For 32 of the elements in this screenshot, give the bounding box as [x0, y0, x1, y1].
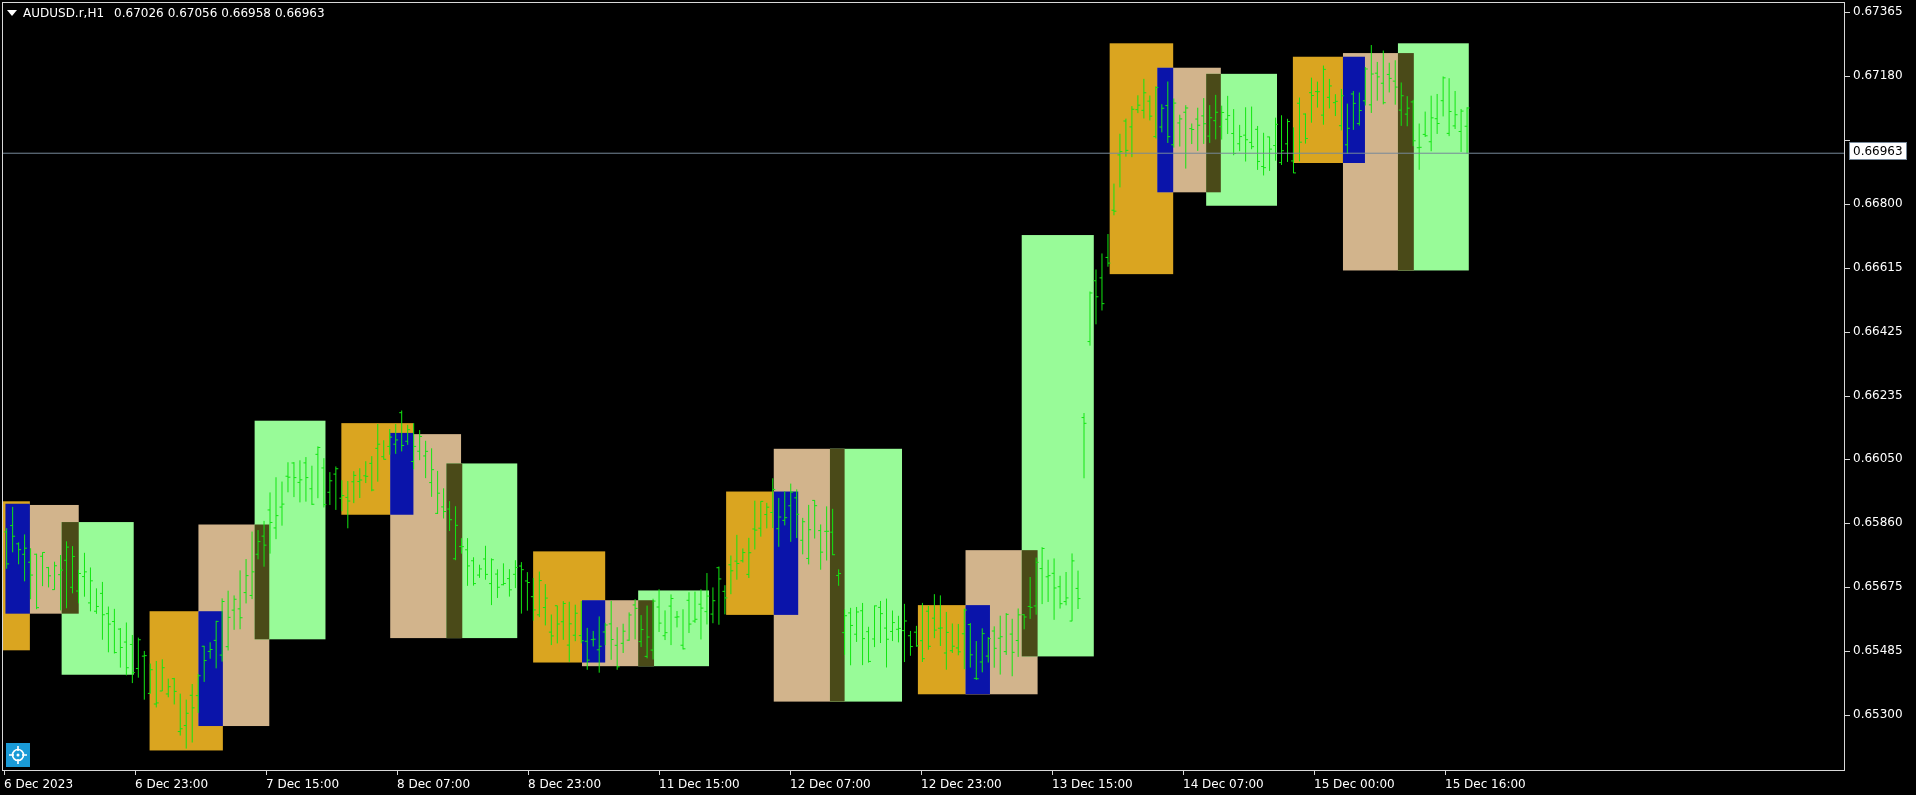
time-label: 7 Dec 15:00 [266, 777, 340, 791]
price-label: 0.65300 [1853, 707, 1903, 722]
price-label: 0.67180 [1853, 67, 1903, 82]
current-price-label: 0.66963 [1849, 142, 1907, 160]
symbol-label: AUDUSD.r,H1 [23, 6, 105, 20]
time-label: 13 Dec 15:00 [1052, 777, 1133, 791]
quote-value: 0.66963 [274, 6, 325, 20]
time-label: 8 Dec 23:00 [528, 777, 602, 791]
price-label: 0.67365 [1853, 4, 1903, 18]
time-label: 15 Dec 16:00 [1445, 777, 1526, 791]
time-label: 8 Dec 07:00 [397, 777, 471, 791]
price-label: 0.65860 [1853, 515, 1903, 530]
crosshair-icon [9, 746, 27, 764]
time-label: 11 Dec 15:00 [659, 777, 740, 791]
time-label: 14 Dec 07:00 [1183, 777, 1264, 791]
price-label: 0.65485 [1853, 643, 1903, 658]
quote-value: 0.67026 [114, 6, 164, 20]
dropdown-triangle-icon[interactable] [7, 10, 17, 16]
time-label: 6 Dec 2023 [4, 777, 74, 791]
price-label: 0.66425 [1853, 323, 1903, 338]
price-label: 0.66050 [1853, 451, 1903, 466]
time-label: 12 Dec 23:00 [921, 777, 1002, 791]
price-label: 0.66615 [1853, 259, 1903, 274]
price-label: 0.65675 [1853, 579, 1903, 594]
quote-value: 0.67056 [167, 6, 218, 20]
price-label: 0.66235 [1853, 387, 1903, 402]
price-label: 0.66800 [1853, 195, 1903, 210]
quote-value: 0.66958 [221, 6, 271, 20]
crosshair-button[interactable] [6, 743, 30, 767]
time-label: 15 Dec 00:00 [1314, 777, 1395, 791]
time-label: 6 Dec 23:00 [135, 777, 209, 791]
time-label: 12 Dec 07:00 [790, 777, 871, 791]
